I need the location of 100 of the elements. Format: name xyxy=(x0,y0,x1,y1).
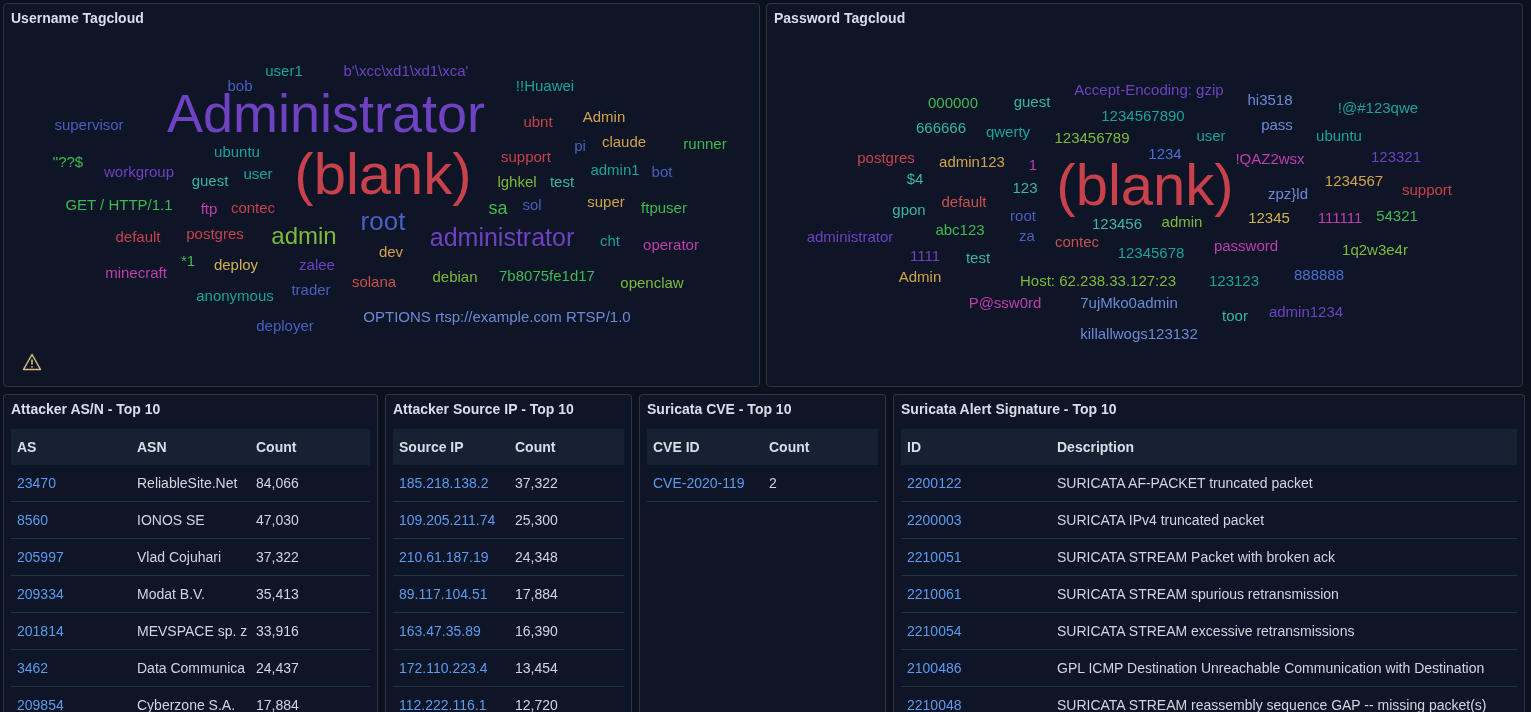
tag-word: pi xyxy=(574,137,586,153)
table-cell-text: GPL ICMP Destination Unreachable Communication with Destination xyxy=(1056,660,1486,676)
table-link[interactable]: 109.205.211.74 xyxy=(393,512,509,528)
table-link[interactable]: 205997 xyxy=(11,549,131,565)
tag-word: 7ujMko0admin xyxy=(1080,294,1178,310)
tag-word: 123456789 xyxy=(1054,129,1130,145)
tag-word: anonymous xyxy=(196,287,274,303)
panel-title: Password Tagcloud xyxy=(774,10,906,26)
tag-word: qwerty xyxy=(985,123,1031,139)
column-header[interactable]: Count xyxy=(250,439,370,455)
tag-word: administrator xyxy=(429,224,575,250)
table-link[interactable]: 2210054 xyxy=(901,623,1051,639)
tag-word: 1111 xyxy=(910,247,940,263)
column-header[interactable]: CVE ID xyxy=(647,439,763,455)
tag-word: sol xyxy=(522,196,542,212)
tag-word: operator xyxy=(643,236,699,252)
table-link[interactable]: 2210048 xyxy=(901,697,1051,712)
tag-word: 1 xyxy=(1028,156,1038,172)
tag-word: zpz}ld xyxy=(1268,185,1308,201)
table-cell-text: 12,720 xyxy=(514,697,559,712)
tag-word: root xyxy=(360,208,406,234)
tag-word: zalee xyxy=(299,256,335,272)
tag-word: cht xyxy=(600,232,620,248)
table-link[interactable]: 8560 xyxy=(11,512,131,528)
tag-word: 54321 xyxy=(1376,207,1418,223)
tag-word: administrator xyxy=(806,228,894,244)
tag-word: 111111 xyxy=(1317,209,1363,225)
table-link[interactable]: 209854 xyxy=(11,697,131,712)
table-link[interactable]: 209334 xyxy=(11,586,131,602)
tag-word: ftp xyxy=(200,200,218,216)
tag-word: contec xyxy=(230,199,276,215)
tag-word: killallwogs123132 xyxy=(1080,325,1198,341)
tag-word: ubuntu xyxy=(1316,127,1362,143)
table-cell-text: SURICATA AF-PACKET truncated packet xyxy=(1056,475,1314,491)
table-cell-text: 84,066 xyxy=(255,475,300,491)
table-link[interactable]: 112.222.116.1 xyxy=(393,697,509,712)
tag-word: super xyxy=(587,193,625,209)
table-cell-text: SURICATA IPv4 truncated packet xyxy=(1056,512,1266,528)
table-cell-text: Cyberzone S.A. xyxy=(136,697,237,712)
tag-word: root xyxy=(1010,207,1036,223)
tag-word: 123456 xyxy=(1091,215,1143,231)
tag-word: 123321 xyxy=(1370,148,1422,164)
tag-word: 1q2w3e4r xyxy=(1342,241,1408,257)
tag-word: toor xyxy=(1222,307,1248,323)
table-link[interactable]: 172.110.223.4 xyxy=(393,660,509,676)
table-cell-text: 35,413 xyxy=(255,586,300,602)
tag-word: OPTIONS rtsp://example.com RTSP/1.0 xyxy=(363,308,631,324)
tag-word: 666666 xyxy=(915,119,967,135)
panel-title: Suricata CVE - Top 10 xyxy=(647,401,792,417)
tag-word: test xyxy=(965,249,991,265)
tag-word: pass xyxy=(1261,116,1293,132)
table-link[interactable]: 89.117.104.51 xyxy=(393,586,509,602)
tag-word: ftpuser xyxy=(641,199,687,215)
tag-word: admin123 xyxy=(939,153,1005,169)
tag-word: admin1234 xyxy=(1268,303,1344,319)
table-cell-text: 37,322 xyxy=(514,475,559,491)
tag-word: 1234567890 xyxy=(1101,107,1185,123)
tag-word: postgres xyxy=(857,149,915,165)
table-cell-text: Vlad Cojuhari xyxy=(136,549,223,565)
tag-word: trader xyxy=(291,281,331,297)
column-header[interactable]: ASN xyxy=(131,439,250,455)
table-link[interactable]: 210.61.187.19 xyxy=(393,549,509,565)
tag-word: !QAZ2wsx xyxy=(1235,150,1305,166)
table-cell-text: SURICATA STREAM spurious retransmission xyxy=(1056,586,1340,602)
tag-word: !!Huawei xyxy=(515,77,575,93)
column-header[interactable]: Count xyxy=(509,439,624,455)
table-link[interactable]: 2200003 xyxy=(901,512,1051,528)
tag-word: 7b8075fe1d17 xyxy=(499,267,595,283)
column-header[interactable]: Description xyxy=(1051,439,1517,455)
table-link[interactable]: 23470 xyxy=(11,475,131,491)
tag-word: workgroup xyxy=(104,163,174,179)
tag-word: postgres xyxy=(186,225,244,241)
table-cell-text: IONOS SE xyxy=(136,512,206,528)
tag-word: user xyxy=(1196,127,1226,143)
tag-word: supervisor xyxy=(54,116,124,132)
table-link[interactable]: 185.218.138.2 xyxy=(393,475,509,491)
column-header[interactable]: AS xyxy=(11,439,131,455)
table-link[interactable]: 2210061 xyxy=(901,586,1051,602)
warning-icon[interactable] xyxy=(22,353,42,371)
tag-word: runner xyxy=(683,135,727,151)
table-cell-text: 13,454 xyxy=(514,660,559,676)
table-link[interactable]: 2210051 xyxy=(901,549,1051,565)
table-link[interactable]: 3462 xyxy=(11,660,131,676)
tag-word: 12345 xyxy=(1248,209,1290,225)
tag-word: guest xyxy=(191,172,229,188)
tag-word: guest xyxy=(1013,93,1051,109)
table-link[interactable]: 2100486 xyxy=(901,660,1051,676)
tag-word: default xyxy=(941,193,987,209)
tag-word: za xyxy=(1019,227,1035,243)
table-link[interactable]: 2200122 xyxy=(901,475,1051,491)
table-cell-text: SURICATA STREAM reassembly sequence GAP -- missing packet(s) xyxy=(1056,697,1488,712)
panel-title: Username Tagcloud xyxy=(11,10,144,26)
column-header[interactable]: Count xyxy=(763,439,878,455)
tag-word: deployer xyxy=(256,317,314,333)
table-link[interactable]: 201814 xyxy=(11,623,131,639)
column-header[interactable]: ID xyxy=(901,439,1051,455)
table-link[interactable]: 163.47.35.89 xyxy=(393,623,509,639)
table-cell-text: 17,884 xyxy=(255,697,300,712)
column-header[interactable]: Source IP xyxy=(393,439,509,455)
table-link[interactable]: CVE-2020-119 xyxy=(647,475,763,491)
